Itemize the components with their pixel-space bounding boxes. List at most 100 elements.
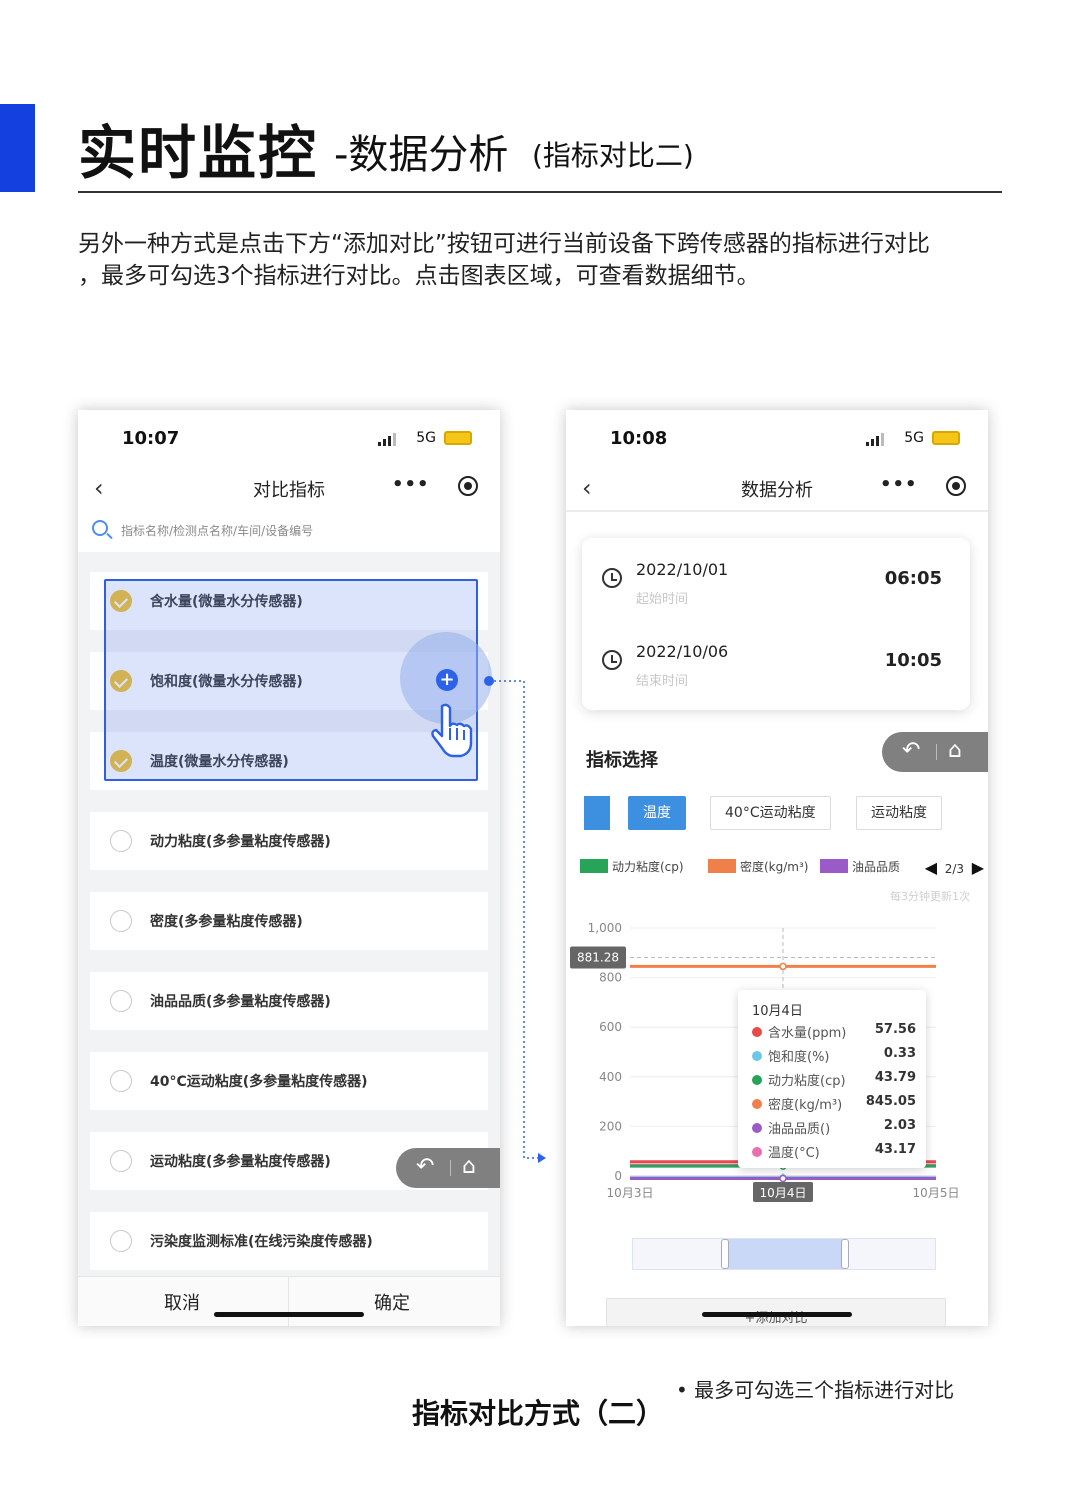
- tooltip-title: 10月4日: [752, 1004, 803, 1019]
- chart-legend: 动力粘度(cp) 密度(kg/m³) 油品品质 ◀ 2/3 ▶: [566, 858, 988, 880]
- confirm-button[interactable]: 确定: [374, 1289, 410, 1315]
- indicator-item[interactable]: 密度(多参量粘度传感器): [90, 892, 488, 950]
- checkbox-icon[interactable]: [110, 1150, 132, 1172]
- chip-cutoff[interactable]: [584, 796, 610, 830]
- back-arrow-icon[interactable]: ↶: [902, 738, 920, 763]
- y-tick-label: 400: [599, 1070, 622, 1084]
- end-date[interactable]: 2022/10/06: [636, 642, 728, 661]
- network-label: 5G: [904, 430, 924, 446]
- chart-tooltip: 10月4日 含水量(ppm) 57.56 饱和度(%) 0.33 动力粘度(cp) 4…: [738, 990, 926, 1168]
- bullet-note: • 最多可勾选三个指标进行对比: [676, 1378, 955, 1402]
- slide-subtitle: -数据分析: [334, 132, 509, 178]
- series-dot-icon: [752, 1147, 762, 1157]
- y-tick-label: 1,000: [588, 921, 622, 935]
- checkbox-icon[interactable]: [110, 1230, 132, 1252]
- divider: [288, 1277, 289, 1326]
- indicator-item[interactable]: 40°C运动粘度(多参量粘度传感器): [90, 1052, 488, 1110]
- target-icon[interactable]: [946, 476, 966, 496]
- series-dot-icon: [752, 1123, 762, 1133]
- end-label: 结束时间: [636, 674, 689, 689]
- clock-icon: [602, 650, 622, 670]
- checkbox-icon[interactable]: [110, 910, 132, 932]
- zoom-handle-left[interactable]: [721, 1239, 729, 1269]
- tooltip-row: 含水量(ppm) 57.56: [752, 1022, 916, 1042]
- indicator-label: 运动粘度(多参量粘度传感器): [150, 1154, 331, 1170]
- x-tick-label: 10月3日: [607, 1186, 654, 1200]
- start-date[interactable]: 2022/10/01: [636, 560, 728, 579]
- target-icon[interactable]: [458, 476, 478, 496]
- status-bar: 10:07 5G: [78, 410, 500, 466]
- legend-pager[interactable]: ◀ 2/3 ▶: [925, 858, 984, 877]
- cancel-button[interactable]: 取消: [164, 1289, 200, 1315]
- update-note: 每3分钟更新1次: [890, 890, 970, 903]
- section-title: 指标选择: [586, 750, 658, 771]
- search-bar[interactable]: 指标名称/检测点名称/车间/设备编号: [78, 512, 500, 552]
- more-icon[interactable]: •••: [392, 474, 430, 495]
- clock-icon: [602, 568, 622, 588]
- chip-temperature[interactable]: 温度: [628, 796, 686, 830]
- battery-icon: [444, 431, 472, 445]
- legend-item[interactable]: 密度(kg/m³): [708, 858, 808, 878]
- tooltip-row: 动力粘度(cp) 43.79: [752, 1070, 916, 1090]
- home-icon[interactable]: ⌂: [462, 1154, 476, 1179]
- signal-icon: [866, 432, 888, 446]
- home-indicator: [214, 1312, 364, 1317]
- legend-item[interactable]: 油品品质: [820, 858, 904, 878]
- signal-icon: [378, 432, 400, 446]
- search-icon: [92, 520, 108, 536]
- x-tick-label: 10月5日: [913, 1186, 960, 1200]
- nav-bar: ‹ 对比指标 •••: [78, 466, 500, 512]
- indicator-label: 40°C运动粘度(多参量粘度传感器): [150, 1074, 368, 1090]
- phone-data-analysis: 10:08 5G ‹ 数据分析 ••• 2022/10/01 起始时间 06:0…: [566, 410, 988, 1326]
- slide-title: 实时监控: [78, 119, 319, 187]
- chart-zoom-slider[interactable]: [632, 1238, 936, 1270]
- tooltip-row: 温度(°C) 43.17: [752, 1142, 916, 1162]
- status-bar: 10:08 5G: [566, 410, 988, 466]
- zoom-handle-right[interactable]: [841, 1239, 849, 1269]
- back-arrow-icon[interactable]: ↶: [416, 1154, 434, 1179]
- accent-bar: [0, 104, 35, 192]
- prev-page-icon: ◀: [924, 858, 938, 877]
- series-point: [779, 962, 787, 971]
- start-label: 起始时间: [636, 592, 689, 607]
- indicator-label: 密度(多参量粘度传感器): [150, 914, 303, 930]
- search-input[interactable]: 指标名称/检测点名称/车间/设备编号: [121, 522, 313, 539]
- battery-icon: [932, 431, 960, 445]
- status-time: 10:08: [610, 428, 668, 449]
- network-label: 5G: [416, 430, 436, 446]
- indicator-item[interactable]: 动力粘度(多参量粘度传感器): [90, 812, 488, 870]
- chip-kinematic-viscosity[interactable]: 运动粘度: [856, 796, 942, 830]
- end-time[interactable]: 10:05: [885, 650, 942, 671]
- floating-nav: ↶ ⌂: [882, 732, 988, 772]
- chip-40c-kinematic-viscosity[interactable]: 40°C运动粘度: [710, 796, 831, 830]
- add-compare-button[interactable]: +: [436, 669, 458, 691]
- indicator-label: 动力粘度(多参量粘度传感器): [150, 834, 331, 850]
- indicator-item[interactable]: 油品品质(多参量粘度传感器): [90, 972, 488, 1030]
- start-time[interactable]: 06:05: [885, 568, 942, 589]
- flow-connector-arrow: [484, 676, 546, 1163]
- checkbox-icon[interactable]: [110, 990, 132, 1012]
- home-icon[interactable]: ⌂: [948, 738, 962, 763]
- next-page-icon: ▶: [971, 858, 984, 877]
- description-line: 另外一种方式是点击下方“添加对比”按钮可进行当前设备下跨传感器的指标进行对比: [78, 231, 930, 257]
- home-indicator: [702, 1312, 852, 1317]
- indicator-label: 油品品质(多参量粘度传感器): [150, 994, 331, 1010]
- legend-item[interactable]: 动力粘度(cp): [580, 858, 684, 878]
- slide-description: 另外一种方式是点击下方“添加对比”按钮可进行当前设备下跨传感器的指标进行对比 ，…: [78, 228, 1008, 292]
- date-range-card: 2022/10/01 起始时间 06:05 2022/10/06 结束时间 10…: [582, 538, 970, 710]
- indicator-item[interactable]: 污染度监测标准(在线污染度传感器): [90, 1212, 488, 1270]
- series-point: [779, 1174, 787, 1183]
- checkbox-icon[interactable]: [110, 1070, 132, 1092]
- tooltip-row: 油品品质() 2.03: [752, 1118, 916, 1138]
- y-tick-label: 600: [599, 1020, 622, 1034]
- nav-bar: ‹ 数据分析 •••: [566, 466, 988, 512]
- checkbox-icon[interactable]: [110, 830, 132, 852]
- indicator-chips: 温度 40°C运动粘度 运动粘度: [566, 796, 988, 832]
- more-icon[interactable]: •••: [880, 474, 918, 495]
- series-dot-icon: [752, 1075, 762, 1085]
- y-tick-label: 200: [599, 1119, 622, 1133]
- status-time: 10:07: [122, 428, 180, 449]
- zoom-window[interactable]: [725, 1239, 845, 1269]
- divider: [566, 510, 988, 512]
- x-tick-label: 10月4日: [760, 1186, 807, 1200]
